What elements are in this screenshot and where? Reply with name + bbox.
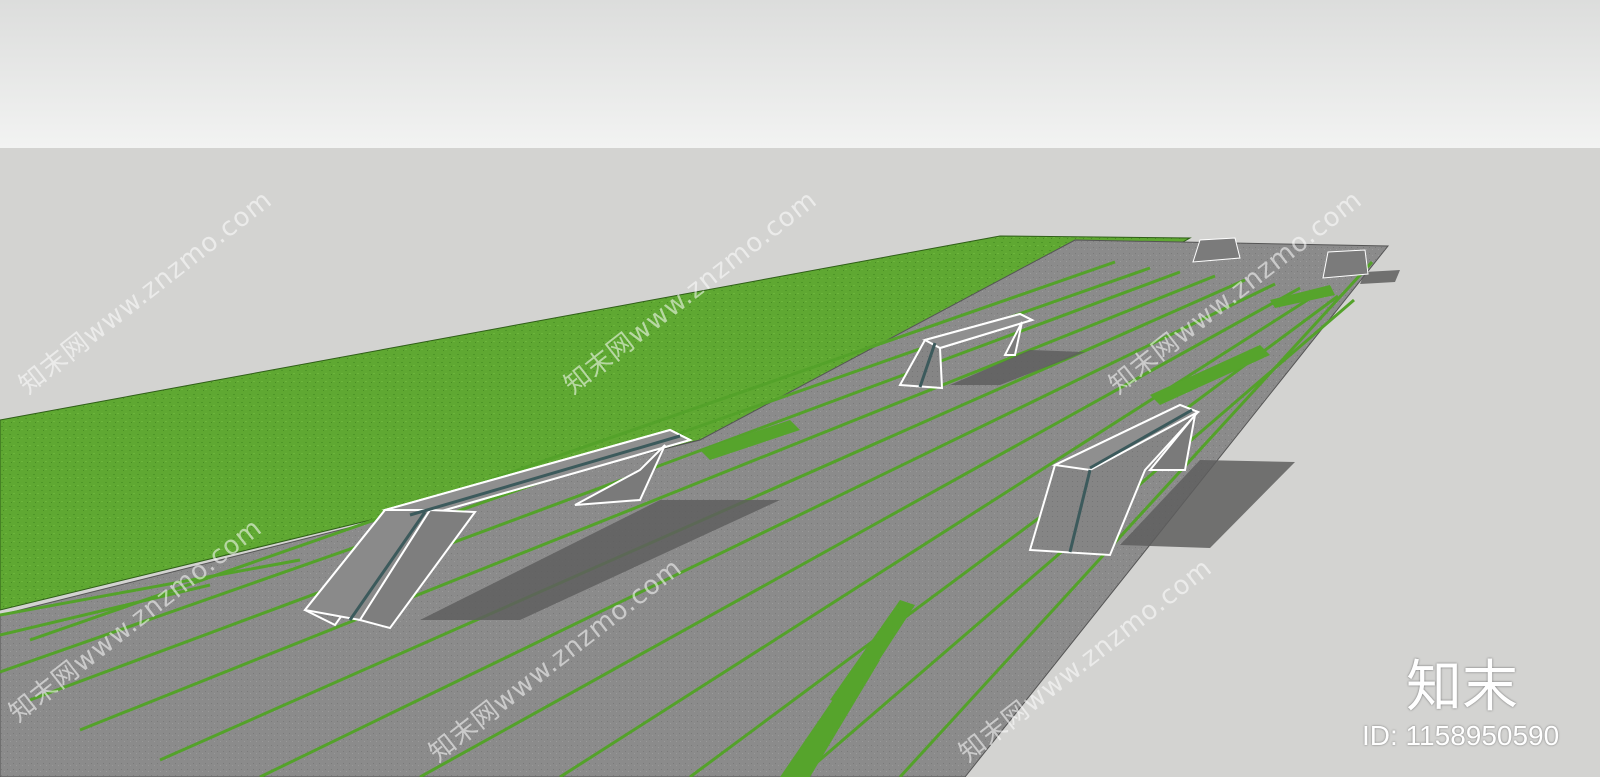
sketchup-scene — [0, 0, 1600, 777]
brand-logo: 知末 — [1406, 655, 1518, 720]
bench-far-right — [1322, 249, 1369, 279]
image-id-label: ID: 1158950590 — [1362, 720, 1560, 751]
sky — [0, 0, 1600, 148]
bench-far-left — [1192, 237, 1241, 263]
